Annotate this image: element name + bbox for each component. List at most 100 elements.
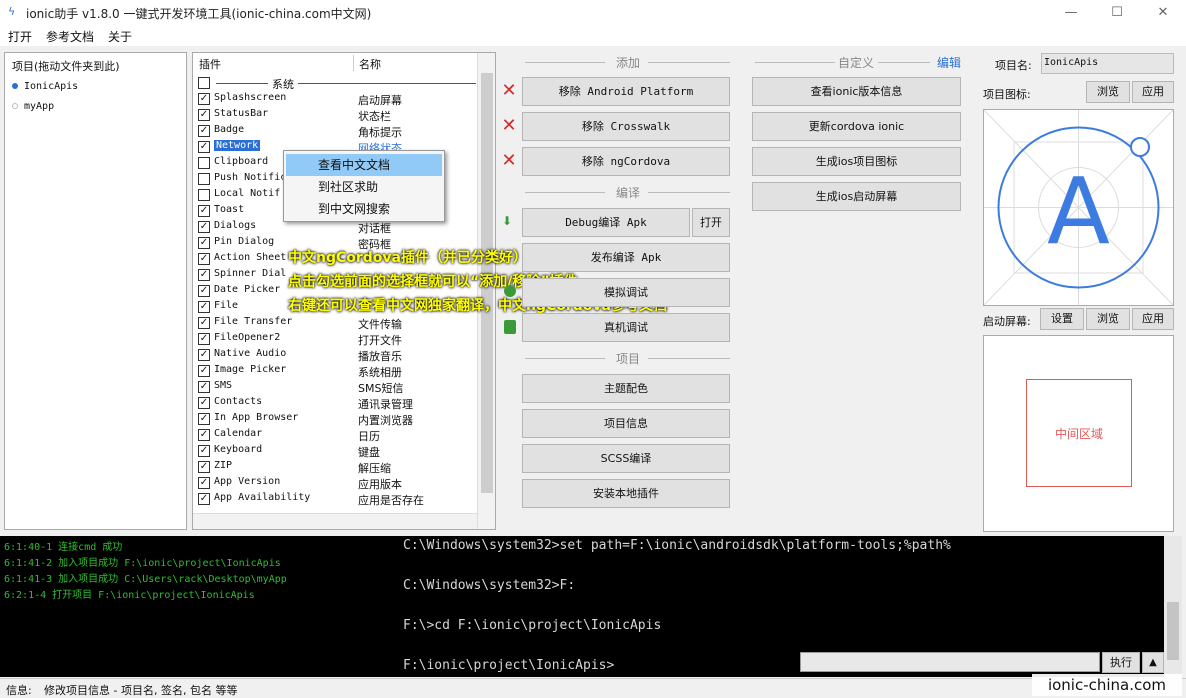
plugin-name: Contacts xyxy=(214,396,263,407)
install-plugin-button[interactable]: 安装本地插件 xyxy=(522,479,730,508)
scroll-thumb[interactable] xyxy=(1167,602,1179,660)
checkbox-unchecked[interactable] xyxy=(198,189,210,201)
context-community-help[interactable]: 到社区求助 xyxy=(286,176,442,198)
remove-x-icon: ✕ xyxy=(501,150,517,171)
status-label: 信息: xyxy=(6,684,32,697)
checkbox-checked[interactable]: ✓ xyxy=(198,221,210,233)
checkbox-checked[interactable]: ✓ xyxy=(198,125,210,137)
view-ionic-version-button[interactable]: 查看ionic版本信息 xyxy=(752,77,961,106)
project-item[interactable]: IonicApis xyxy=(12,81,78,92)
checkbox-unchecked[interactable] xyxy=(198,157,210,169)
theme-color-button[interactable]: 主题配色 xyxy=(522,374,730,403)
project-name-input[interactable]: IonicApis xyxy=(1041,53,1174,74)
minimize-button[interactable]: — xyxy=(1048,0,1094,26)
icon-browse-button[interactable]: 浏览 xyxy=(1086,81,1130,103)
remove-android-button[interactable]: 移除 Android Platform xyxy=(522,77,730,106)
plugin-row[interactable]: ✓ FileOpener2 打开文件 xyxy=(196,331,478,347)
command-input[interactable] xyxy=(800,652,1100,672)
plugin-row[interactable]: ✓ Badge 角标提示 xyxy=(196,123,478,139)
checkbox-checked[interactable]: ✓ xyxy=(198,333,210,345)
plugin-hscrollbar[interactable] xyxy=(193,513,477,529)
project-info-button[interactable]: 项目信息 xyxy=(522,409,730,438)
plugin-row[interactable]: ✓ Splashscreen 启动屏幕 xyxy=(196,91,478,107)
plugin-row[interactable]: ✓ In App Browser 内置浏览器 xyxy=(196,411,478,427)
plugin-name: Image Picker xyxy=(214,364,287,375)
update-cordova-button[interactable]: 更新cordova ionic xyxy=(752,112,961,141)
column-header-plugin[interactable]: 插件 xyxy=(199,56,221,72)
checkbox-checked[interactable]: ✓ xyxy=(198,493,210,505)
release-apk-button[interactable]: 发布编译 Apk xyxy=(522,243,730,272)
checkbox-checked[interactable]: ✓ xyxy=(198,413,210,425)
checkbox-checked[interactable]: ✓ xyxy=(198,445,210,457)
icon-preview[interactable]: A xyxy=(983,109,1174,306)
open-apk-button[interactable]: 打开 xyxy=(692,208,730,237)
checkbox-checked[interactable]: ✓ xyxy=(198,237,210,249)
close-button[interactable]: ✕ xyxy=(1140,0,1186,26)
plugin-row[interactable]: ✓ App Version 应用版本 xyxy=(196,475,478,491)
column-header-name[interactable]: 名称 xyxy=(359,56,381,72)
checkbox-checked[interactable]: ✓ xyxy=(198,93,210,105)
remove-ngcordova-button[interactable]: 移除 ngCordova xyxy=(522,147,730,176)
splash-apply-button[interactable]: 应用 xyxy=(1132,308,1174,330)
checkbox-checked[interactable]: ✓ xyxy=(198,285,210,297)
plugin-name: ZIP xyxy=(214,460,233,471)
plugin-row[interactable]: ✓ Native Audio 播放音乐 xyxy=(196,347,478,363)
scss-compile-button[interactable]: SCSS编译 xyxy=(522,444,730,473)
plugin-row[interactable]: ✓ SMS SMS短信 xyxy=(196,379,478,395)
menu-about[interactable]: 关于 xyxy=(108,28,132,45)
checkbox-checked[interactable]: ✓ xyxy=(198,349,210,361)
checkbox-checked[interactable]: ✓ xyxy=(198,397,210,409)
execute-button[interactable]: 执行 xyxy=(1102,652,1140,673)
splash-browse-button[interactable]: 浏览 xyxy=(1086,308,1130,330)
checkbox-checked[interactable]: ✓ xyxy=(198,365,210,377)
checkbox-checked[interactable]: ✓ xyxy=(198,141,210,153)
checkbox-checked[interactable]: ✓ xyxy=(198,301,210,313)
checkbox-checked[interactable]: ✓ xyxy=(198,317,210,329)
log-console[interactable]: 6:1:40-1 连接cmd 成功 6:1:41-2 加入项目成功 F:\ion… xyxy=(0,536,399,677)
group-divider xyxy=(216,83,476,84)
debug-apk-button[interactable]: Debug编译 Apk xyxy=(522,208,690,237)
icon-apply-button[interactable]: 应用 xyxy=(1132,81,1174,103)
menu-open[interactable]: 打开 xyxy=(8,28,32,45)
project-list-panel[interactable]: 项目(拖动文件夹到此) IonicApis myApp xyxy=(4,52,187,530)
remove-crosswalk-button[interactable]: 移除 Crosswalk xyxy=(522,112,730,141)
project-item[interactable]: myApp xyxy=(12,101,54,112)
plugin-row[interactable]: ✓ ZIP 解压缩 xyxy=(196,459,478,475)
history-up-button[interactable]: ▲ xyxy=(1142,652,1164,673)
plugin-row[interactable]: ✓ Keyboard 键盘 xyxy=(196,443,478,459)
splash-preview[interactable]: 中间区域 xyxy=(983,335,1174,532)
group-row: 系统 xyxy=(196,75,476,92)
checkbox-unchecked[interactable] xyxy=(198,173,210,185)
generate-ios-splash-button[interactable]: 生成ios启动屏幕 xyxy=(752,182,961,211)
checkbox-checked[interactable]: ✓ xyxy=(198,109,210,121)
menu-docs[interactable]: 参考文档 xyxy=(46,28,94,45)
terminal-scrollbar[interactable] xyxy=(1164,536,1182,677)
plugin-name: FileOpener2 xyxy=(214,332,281,343)
maximize-button[interactable]: ☐ xyxy=(1094,0,1140,26)
context-search-site[interactable]: 到中文网搜索 xyxy=(286,198,442,220)
device-debug-button[interactable]: 真机调试 xyxy=(522,313,730,342)
checkbox-checked[interactable]: ✓ xyxy=(198,205,210,217)
emulate-button[interactable]: 模拟调试 xyxy=(522,278,730,307)
checkbox-checked[interactable]: ✓ xyxy=(198,461,210,473)
project-name-label: 项目名: xyxy=(995,59,1032,72)
title-bar: ϟ ionic助手 v1.8.0 一键式开发环境工具(ionic-china.c… xyxy=(0,0,1186,26)
plugin-row[interactable]: ✓ Image Picker 系统相册 xyxy=(196,363,478,379)
watermark: ionic-china.com xyxy=(1032,674,1182,696)
edit-link[interactable]: 编辑 xyxy=(937,54,961,71)
checkbox-checked[interactable]: ✓ xyxy=(198,253,210,265)
splash-setup-button[interactable]: 设置 xyxy=(1040,308,1084,330)
checkbox-checked[interactable]: ✓ xyxy=(198,269,210,281)
context-view-docs[interactable]: 查看中文文档 xyxy=(286,154,442,176)
plugin-row[interactable]: ✓ Calendar 日历 xyxy=(196,427,478,443)
log-line: 6:1:41-3 加入项目成功 C:\Users\rack\Desktop\my… xyxy=(4,574,287,585)
plugin-row[interactable]: ✓ StatusBar 状态栏 xyxy=(196,107,478,123)
group-checkbox[interactable] xyxy=(198,77,210,89)
plugin-name: Network xyxy=(214,140,261,151)
generate-ios-icon-button[interactable]: 生成ios项目图标 xyxy=(752,147,961,176)
plugin-row[interactable]: ✓ App Availability 应用是否存在 xyxy=(196,491,478,507)
plugin-row[interactable]: ✓ Contacts 通讯录管理 xyxy=(196,395,478,411)
checkbox-checked[interactable]: ✓ xyxy=(198,381,210,393)
checkbox-checked[interactable]: ✓ xyxy=(198,429,210,441)
checkbox-checked[interactable]: ✓ xyxy=(198,477,210,489)
